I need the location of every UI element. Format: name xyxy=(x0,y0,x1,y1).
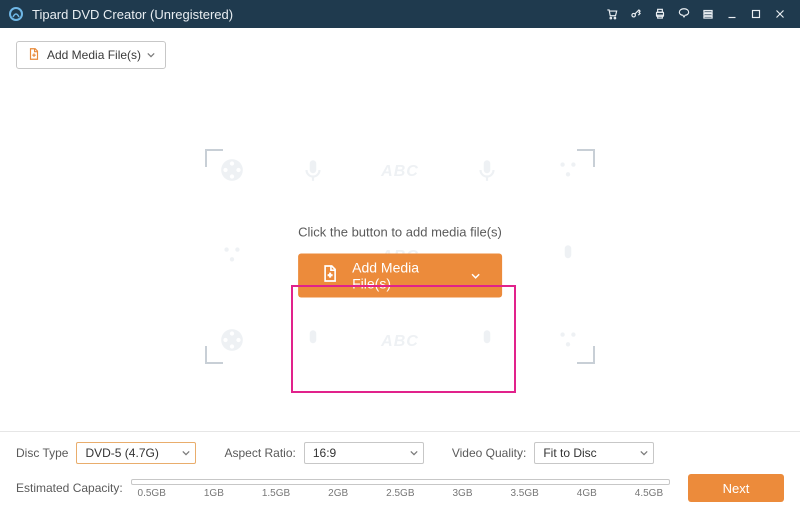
sparkle-icon xyxy=(555,327,581,356)
cart-icon[interactable] xyxy=(600,3,624,25)
next-button[interactable]: Next xyxy=(688,474,784,502)
maximize-icon[interactable] xyxy=(744,3,768,25)
caret-down-icon xyxy=(147,48,155,62)
aspect-ratio-label: Aspect Ratio: xyxy=(224,446,295,460)
mic-icon xyxy=(555,242,581,271)
next-button-label: Next xyxy=(723,481,750,496)
add-file-icon xyxy=(27,47,41,64)
mic-icon xyxy=(300,327,326,356)
add-file-icon xyxy=(320,264,340,287)
ghost-text: ABC xyxy=(381,163,419,181)
disc-type-select[interactable]: DVD-5 (4.7G) xyxy=(76,442,196,464)
print-icon[interactable] xyxy=(648,3,672,25)
capacity-bar: 0.5GB 1GB 1.5GB 2GB 2.5GB 3GB 3.5GB 4GB … xyxy=(131,477,670,499)
tick-label: 1GB xyxy=(193,488,235,499)
app-logo-icon xyxy=(8,6,24,22)
bottom-panel: Disc Type DVD-5 (4.7G) Aspect Ratio: 16:… xyxy=(0,431,800,514)
tick-label: 2.5GB xyxy=(379,488,421,499)
add-media-button-large[interactable]: Add Media File(s) xyxy=(298,253,502,297)
stage-prompt: Click the button to add media file(s) xyxy=(298,224,502,239)
drop-stage: ABC ABC ABC Click the button to add medi… xyxy=(205,149,595,364)
caret-down-icon xyxy=(410,446,418,460)
video-quality-label: Video Quality: xyxy=(452,446,527,460)
reel-icon xyxy=(219,157,245,186)
capacity-label: Estimated Capacity: xyxy=(16,481,123,495)
mic-icon xyxy=(474,327,500,356)
tick-label: 3GB xyxy=(442,488,484,499)
capacity-track xyxy=(131,479,670,485)
mic-icon xyxy=(474,157,500,186)
menu-icon[interactable] xyxy=(696,3,720,25)
tick-label: 4.5GB xyxy=(628,488,670,499)
tick-label: 0.5GB xyxy=(131,488,173,499)
sparkle-icon xyxy=(219,242,245,271)
capacity-ticks: 0.5GB 1GB 1.5GB 2GB 2.5GB 3GB 3.5GB 4GB … xyxy=(131,488,670,499)
sparkle-icon xyxy=(555,157,581,186)
caret-down-icon xyxy=(471,267,480,283)
tick-label: 2GB xyxy=(317,488,359,499)
aspect-ratio-select[interactable]: 16:9 xyxy=(304,442,424,464)
disc-type-value: DVD-5 (4.7G) xyxy=(85,446,158,460)
toolbar: Add Media File(s) xyxy=(0,28,800,82)
caret-down-icon xyxy=(640,446,648,460)
aspect-ratio-value: 16:9 xyxy=(313,446,336,460)
help-icon[interactable] xyxy=(672,3,696,25)
ghost-text: ABC xyxy=(381,333,419,351)
close-icon[interactable] xyxy=(768,3,792,25)
titlebar: Tipard DVD Creator (Unregistered) xyxy=(0,0,800,28)
key-icon[interactable] xyxy=(624,3,648,25)
video-quality-value: Fit to Disc xyxy=(543,446,596,460)
add-media-button-small-label: Add Media File(s) xyxy=(47,48,141,62)
stage-inner: Click the button to add media file(s) Ad… xyxy=(298,224,502,297)
tick-label: 3.5GB xyxy=(504,488,546,499)
reel-icon xyxy=(219,327,245,356)
video-quality-select[interactable]: Fit to Disc xyxy=(534,442,654,464)
mic-icon xyxy=(300,157,326,186)
app-title: Tipard DVD Creator (Unregistered) xyxy=(32,7,233,22)
add-media-button-small[interactable]: Add Media File(s) xyxy=(16,41,166,69)
disc-type-label: Disc Type xyxy=(16,446,68,460)
add-media-button-large-label: Add Media File(s) xyxy=(352,259,453,291)
tick-label: 4GB xyxy=(566,488,608,499)
minimize-icon[interactable] xyxy=(720,3,744,25)
work-area: ABC ABC ABC Click the button to add medi… xyxy=(0,82,800,431)
caret-down-icon xyxy=(182,446,190,460)
tick-label: 1.5GB xyxy=(255,488,297,499)
